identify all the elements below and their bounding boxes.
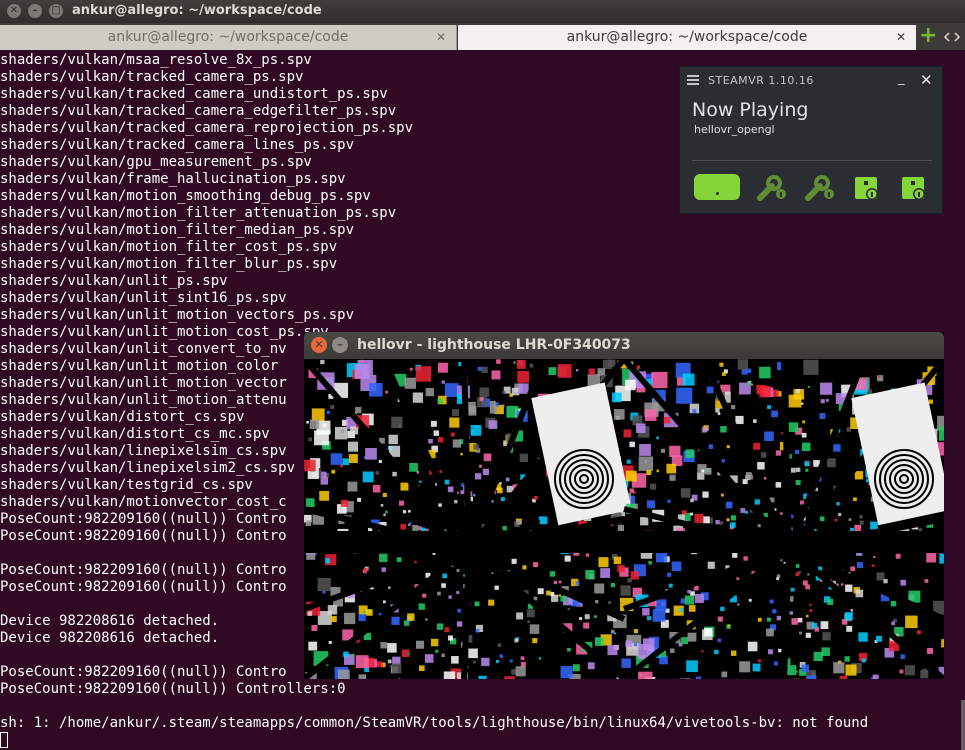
now-playing-heading: Now Playing	[692, 99, 809, 121]
base-station-icon[interactable]	[900, 174, 928, 202]
terminal-line: shaders/vulkan/motion_filter_median_ps.s…	[0, 222, 355, 238]
terminal-line: shaders/vulkan/unlit_ps.spv	[0, 273, 228, 289]
vr-eye-view	[621, 357, 954, 688]
terminal-line: shaders/vulkan/unlit_motion_vectors_ps.s…	[0, 307, 355, 323]
now-playing-app: hellovr_opengl	[694, 123, 775, 136]
window-maximize-button[interactable]: □	[49, 4, 63, 18]
hamburger-menu-icon[interactable]	[687, 75, 699, 85]
window-minimize-button[interactable]: –	[28, 4, 42, 18]
tab-terminal-1[interactable]: ankur@allegro: ~/workspace/code ✕	[0, 25, 457, 50]
tab-label: ankur@allegro: ~/workspace/code	[107, 29, 349, 45]
tab-bar: ankur@allegro: ~/workspace/code ✕ ankur@…	[0, 23, 965, 50]
hellovr-close-button[interactable]: ✕	[311, 337, 327, 353]
hellovr-minimize-button[interactable]: –	[332, 337, 348, 353]
terminal-scrollbar[interactable]	[961, 700, 965, 750]
steamvr-title: STEAMVR 1.10.16	[708, 74, 814, 87]
hellovr-title: hellovr - lighthouse LHR-0F340073	[357, 337, 631, 353]
steamvr-status-window: STEAMVR 1.10.16 _ ✕ Now Playing hellovr_…	[679, 66, 943, 214]
steamvr-minimize-button[interactable]: _	[898, 71, 905, 86]
terminal-line: PoseCount:982209160((null)) Controllers:…	[0, 681, 346, 697]
add-tab-button[interactable]: +	[919, 25, 937, 47]
tab-close-icon[interactable]: ✕	[436, 25, 446, 50]
tab-scroll-icon[interactable]	[943, 30, 961, 44]
steamvr-close-button[interactable]: ✕	[920, 71, 933, 89]
hellovr-window: ✕ – hellovr - lighthouse LHR-0F340073	[301, 332, 954, 688]
tab-terminal-2[interactable]: ankur@allegro: ~/workspace/code ✕	[458, 25, 916, 50]
terminal-line: sh: 1: /home/ankur/.steam/steamapps/comm…	[0, 715, 869, 731]
base-station-icon[interactable]	[853, 174, 881, 202]
tab-close-icon[interactable]: ✕	[896, 25, 906, 50]
controller-icon[interactable]	[804, 174, 836, 202]
controller-icon[interactable]	[756, 174, 788, 202]
terminal-line: shaders/vulkan/motion_filter_cost_ps.spv	[0, 239, 338, 255]
window-title: ankur@allegro: ~/workspace/code	[72, 3, 322, 18]
terminal-cursor	[0, 732, 8, 748]
divider	[692, 160, 932, 161]
terminal-titlebar: ✕ – □ ankur@allegro: ~/workspace/code	[0, 0, 965, 23]
hellovr-titlebar: ✕ – hellovr - lighthouse LHR-0F340073	[304, 332, 944, 359]
vr-eye-view	[301, 357, 639, 687]
tab-label: ankur@allegro: ~/workspace/code	[566, 29, 808, 45]
terminal-line: shaders/vulkan/motion_filter_blur_ps.spv	[0, 256, 338, 272]
vr-stereo-viewport[interactable]	[301, 357, 954, 688]
hmd-icon[interactable]	[694, 174, 740, 200]
window-close-button[interactable]: ✕	[7, 4, 21, 18]
terminal-line: shaders/vulkan/unlit_sint16_ps.spv	[0, 290, 287, 306]
